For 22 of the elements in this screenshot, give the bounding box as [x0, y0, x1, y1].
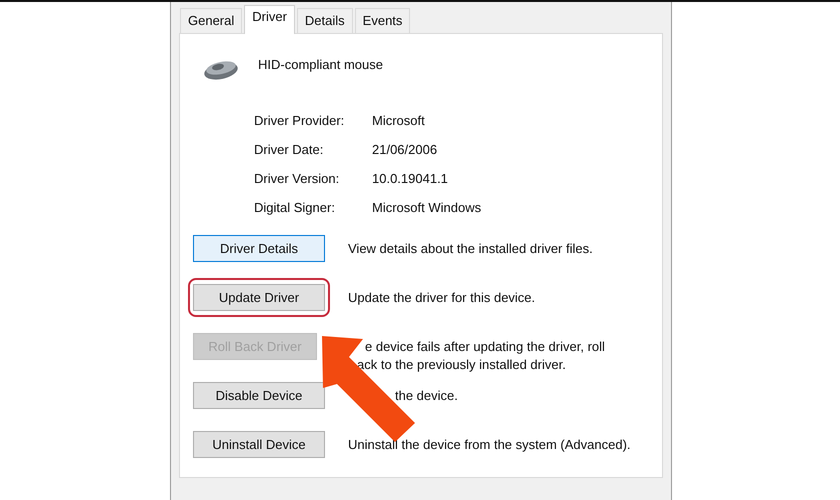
description-text: e device fails after updating the driver, roll	[365, 338, 605, 356]
property-value: 21/06/2006	[372, 141, 438, 159]
property-label: Driver Date:	[254, 141, 324, 159]
tab[interactable]: General	[180, 8, 242, 33]
property-label: Driver Version:	[254, 170, 340, 188]
property-label: Driver Provider:	[254, 112, 344, 130]
description-text: Uninstall the device from the system (Advanced).	[348, 436, 631, 454]
tab[interactable]: Details	[296, 8, 353, 33]
description-text: the device.	[395, 387, 458, 405]
property-value: Microsoft Windows	[372, 199, 482, 217]
property-value: 10.0.19041.1	[372, 170, 448, 188]
description-text: Update the driver for this device.	[348, 289, 536, 307]
driver-button[interactable]: Uninstall Device	[193, 431, 325, 458]
driver-button[interactable]: Driver Details	[193, 235, 325, 262]
driver-button[interactable]: Disable Device	[193, 382, 325, 409]
property-label: Digital Signer:	[254, 199, 335, 217]
tab[interactable]: Driver	[244, 5, 295, 34]
tab[interactable]: Events	[354, 8, 410, 33]
driver-button[interactable]: Update Driver	[193, 284, 325, 311]
description-text: View details about the installed driver files.	[348, 240, 593, 258]
property-value: Microsoft	[372, 112, 425, 130]
device-name: HID-compliant mouse	[258, 56, 383, 72]
